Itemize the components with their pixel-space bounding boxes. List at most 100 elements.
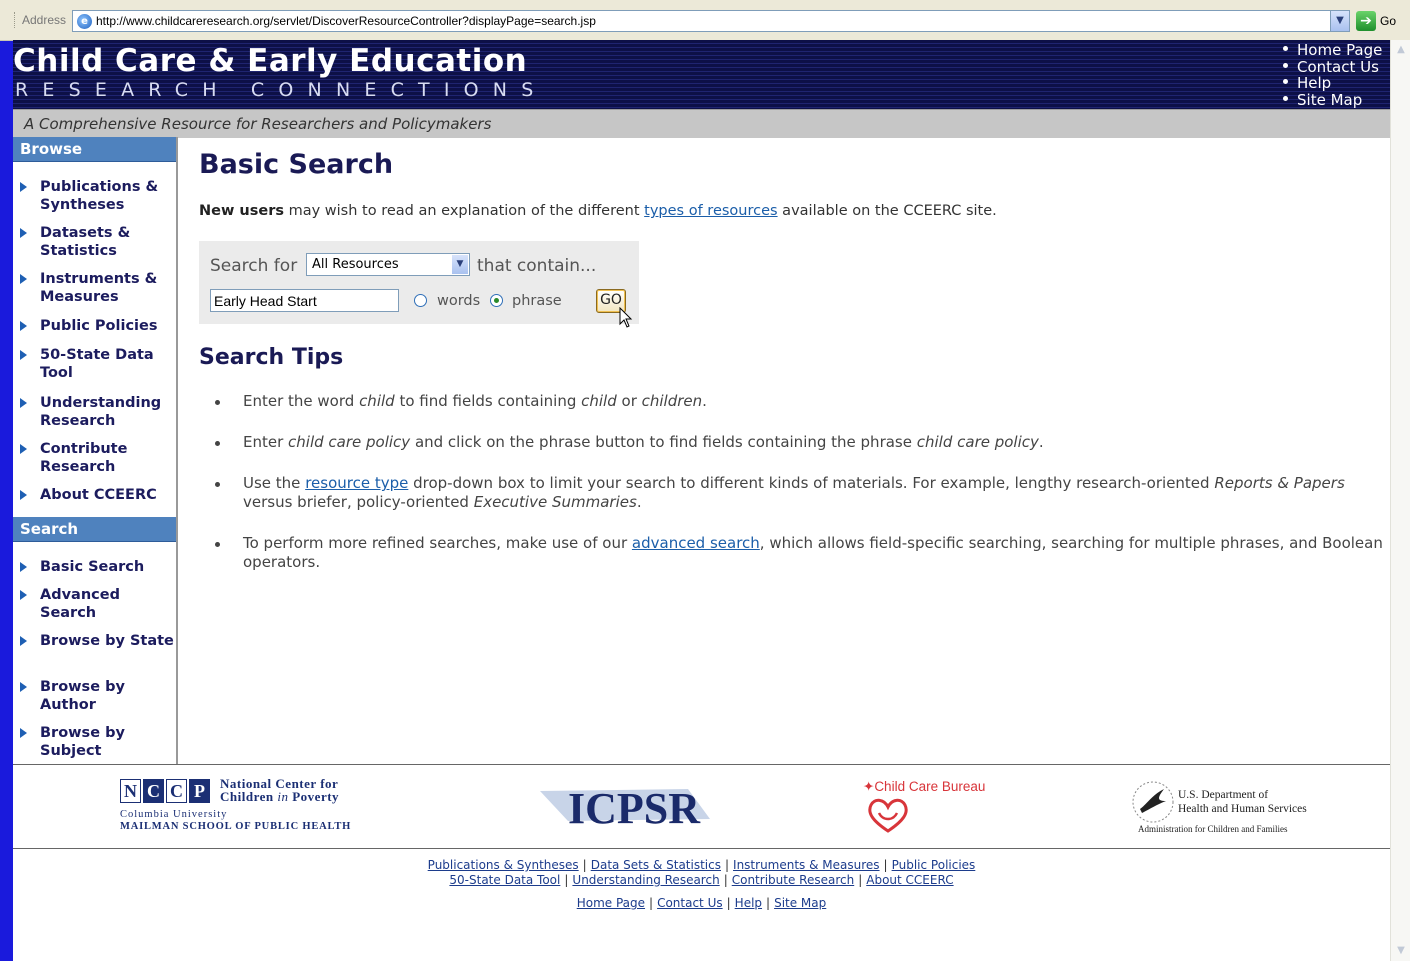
search-input[interactable]	[210, 289, 399, 312]
site-title[interactable]: Child Care & Early Education	[13, 43, 527, 79]
tip-em: child	[581, 392, 617, 410]
tip-em: Reports & Papers	[1214, 474, 1345, 492]
footer-link-publications[interactable]: Publications & Syntheses	[428, 858, 579, 872]
top-nav-label[interactable]: Site Map	[1297, 91, 1362, 109]
tip-text: Enter the word	[243, 392, 360, 410]
separator: |	[766, 896, 771, 910]
bullet-icon	[1283, 62, 1288, 68]
footer-row: Publications & Syntheses | Data Sets & Sta…	[13, 858, 1390, 873]
types-of-resources-link[interactable]: types of resources	[644, 203, 777, 219]
intro-bold: New users	[199, 203, 284, 219]
sidebar-item-label[interactable]: Browse by State	[40, 633, 174, 651]
resource-type-value[interactable]: All Resources	[312, 257, 399, 272]
arrow-right-icon	[20, 490, 27, 500]
sidebar-item-label[interactable]: About CCEERC	[40, 487, 174, 505]
footer-link-contribute[interactable]: Contribute Research	[732, 873, 854, 887]
icpsr-logo[interactable]: ICPSR	[538, 781, 713, 833]
toolbar-grip[interactable]	[14, 12, 17, 28]
search-form: Search for All Resources ▼ that contain.…	[199, 241, 639, 328]
arrow-right-icon	[20, 228, 27, 238]
icpsr-logo-graphic: ICPSR	[540, 784, 710, 833]
separator: |	[564, 872, 569, 887]
address-url[interactable]: http://www.childcareresearch.org/servlet…	[96, 14, 596, 28]
sidebar-item-label[interactable]: Browse by Subject	[40, 725, 174, 760]
that-contain-label: that contain...	[477, 256, 597, 276]
vertical-scrollbar[interactable]: ▲ ▼	[1390, 40, 1410, 961]
sidebar-item-label[interactable]: 50-State Data Tool	[40, 347, 174, 382]
tip-text: to find fields containing	[394, 392, 582, 410]
footer-link-about[interactable]: About CCEERC	[866, 873, 953, 887]
sidebar-item-label[interactable]: Contribute Research	[40, 441, 174, 476]
bullet-icon	[1283, 79, 1288, 84]
footer-link-instruments[interactable]: Instruments & Measures	[733, 858, 880, 872]
radio-words[interactable]	[414, 294, 427, 307]
tip-text: Use the	[243, 474, 306, 492]
heart-icon	[868, 798, 908, 833]
scroll-down-icon[interactable]: ▼	[1393, 943, 1409, 959]
tip-text: .	[702, 392, 707, 410]
arrow-right-icon	[20, 350, 27, 360]
footer-link-public-policies[interactable]: Public Policies	[892, 858, 976, 872]
arrow-right-icon	[20, 590, 27, 600]
chevron-down-icon[interactable]: ▼	[452, 255, 468, 274]
ccb-wordmark: ✦Child Care Bureau	[863, 779, 986, 794]
footer-link-home[interactable]: Home Page	[577, 896, 645, 910]
sidebar-item-label[interactable]: Advanced Search	[40, 587, 174, 622]
sidebar-item-label[interactable]: Understanding Research	[40, 395, 174, 430]
nccp-name-line: Children in Poverty	[220, 790, 380, 803]
radio-phrase-label[interactable]: phrase	[512, 293, 562, 309]
sidebar-item-label[interactable]: Public Policies	[40, 318, 174, 336]
top-nav-label[interactable]: Home Page	[1297, 41, 1382, 59]
go-button-label[interactable]: Go	[1380, 14, 1396, 28]
top-nav: Home Page Contact Us Help Site Map	[1283, 42, 1382, 108]
sidebar-item-label[interactable]: Datasets & Statistics	[40, 225, 174, 260]
intro-text-post: available on the CCEERC site.	[777, 203, 997, 219]
intro-text: New users may wish to read an explanatio…	[199, 203, 997, 219]
footer-link-50-state[interactable]: 50-State Data Tool	[449, 873, 560, 887]
top-nav-label[interactable]: Contact Us	[1297, 58, 1379, 76]
page: Child Care & Early Education RESEARCH CO…	[13, 40, 1390, 961]
tip-text: drop-down box to limit your search to di…	[408, 474, 1215, 492]
go-arrow-icon[interactable]: ➔	[1356, 11, 1376, 31]
top-nav-home[interactable]: Home Page	[1283, 42, 1382, 59]
top-nav-contact[interactable]: Contact Us	[1283, 58, 1382, 76]
address-label: Address	[22, 13, 67, 27]
sidebar-item-label[interactable]: Publications & Syntheses	[40, 179, 174, 214]
tip-text: or	[616, 392, 642, 410]
top-nav-label[interactable]: Help	[1297, 74, 1331, 92]
hhs-logo[interactable]: U.S. Department of Health and Human Serv…	[1130, 777, 1330, 839]
mouse-cursor-icon	[619, 307, 633, 328]
address-field[interactable]: e http://www.childcareresearch.org/servl…	[72, 10, 1350, 32]
nccp-logo[interactable]: NCCP National Center for Children in Pov…	[120, 777, 350, 832]
site-header: Child Care & Early Education RESEARCH CO…	[13, 40, 1390, 109]
tip-text: and click on the phrase button to find f…	[410, 433, 917, 451]
sidebar: Browse Publications & Syntheses Datasets…	[13, 137, 178, 764]
bullet-icon	[1283, 46, 1288, 51]
radio-words-label[interactable]: words	[437, 293, 480, 309]
sidebar-item-label[interactable]: Basic Search	[40, 559, 174, 577]
hhs-line-1: U.S. Department of	[1178, 789, 1269, 801]
nccp-name-part: Children	[220, 789, 278, 804]
advanced-search-link[interactable]: advanced search	[632, 534, 760, 552]
intro-text-pre: may wish to read an explanation of the d…	[283, 203, 645, 219]
footer-link-datasets[interactable]: Data Sets & Statistics	[591, 858, 721, 872]
footer-link-understanding[interactable]: Understanding Research	[572, 873, 719, 887]
radio-phrase[interactable]	[490, 294, 503, 307]
top-nav-help[interactable]: Help	[1283, 75, 1382, 92]
ie-page-icon: e	[77, 14, 92, 29]
footer-link-contact[interactable]: Contact Us	[657, 896, 723, 910]
sidebar-item-label[interactable]: Browse by Author	[40, 679, 174, 714]
resource-type-link[interactable]: resource type	[305, 474, 408, 492]
resource-type-select[interactable]: All Resources ▼	[306, 253, 470, 276]
tip-text: To perform more refined searches, make u…	[243, 534, 632, 552]
sidebar-item-label[interactable]: Instruments & Measures	[40, 271, 174, 306]
tip-text: .	[1038, 433, 1044, 451]
scroll-up-icon[interactable]: ▲	[1393, 42, 1409, 58]
footer-link-site-map[interactable]: Site Map	[774, 896, 826, 910]
tip-text: .	[636, 493, 642, 511]
footer-link-help[interactable]: Help	[735, 896, 762, 910]
child-care-bureau-logo[interactable]: ✦Child Care Bureau	[853, 777, 993, 837]
top-nav-site-map[interactable]: Site Map	[1283, 91, 1382, 109]
hhs-line-3: Administration for Children and Families	[1138, 824, 1288, 834]
address-dropdown-icon[interactable]: ▼	[1330, 11, 1349, 31]
